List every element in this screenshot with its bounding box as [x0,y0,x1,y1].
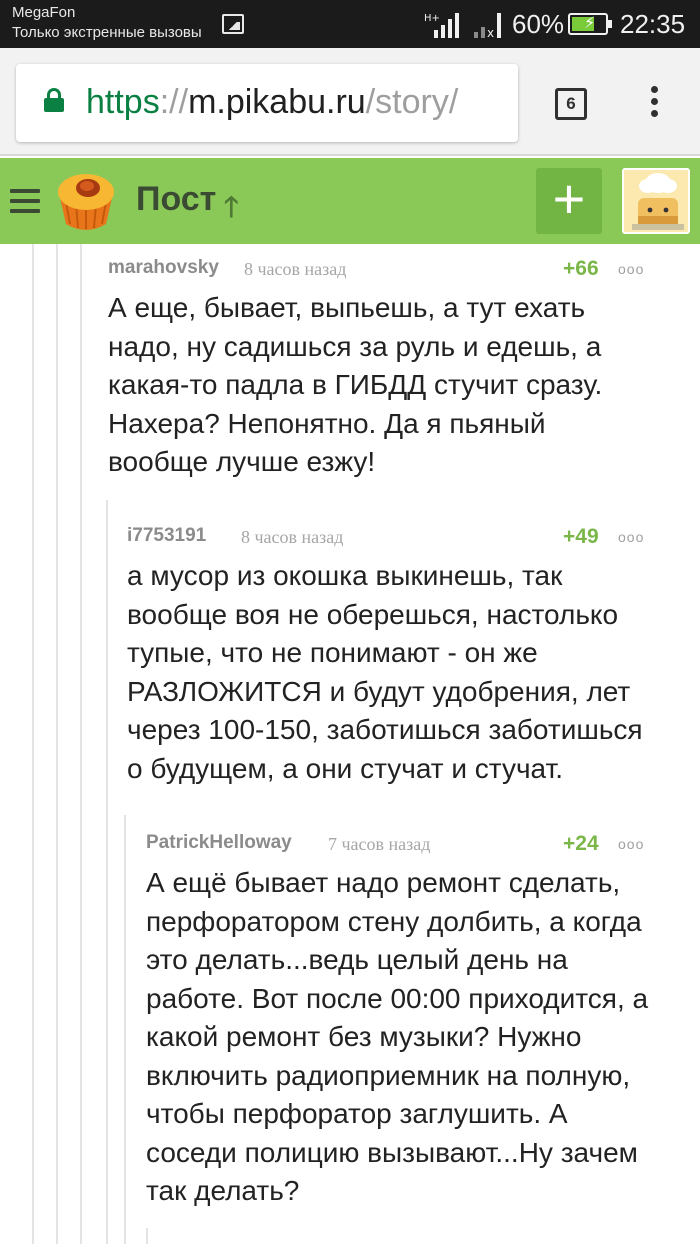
comment: marahovsky 8 часов назад +66 ooo А еще, … [108,257,668,482]
comment-time: 8 часов назад [244,259,347,279]
url-separator: :// [159,83,189,121]
hamburger-menu-icon[interactable] [10,189,40,213]
comment-time: 7 часов назад [328,834,431,854]
add-post-button[interactable]: + [536,168,602,234]
svg-text:x: x [487,26,494,38]
comment-rating: +49 [563,525,599,548]
browser-toolbar: https://m.pikabu.ru/story/ 6 [0,48,700,156]
carrier-name: MegaFon [12,4,76,21]
address-bar[interactable]: https://m.pikabu.ru/story/ [16,64,518,142]
comment-author[interactable]: PatrickHelloway [146,832,292,854]
comment-time: 8 часов назад [241,527,344,547]
comment-text: А ещё бывает надо ремонт сделать, перфор… [146,867,649,1206]
pikabu-logo[interactable] [54,168,118,234]
comment: i7753191 8 часов назад +49 ooo а мусор и… [127,525,672,788]
battery-icon: ⚡ [568,13,612,35]
comment-text: А еще, бывает, выпьешь, а тут ехать надо… [108,292,603,477]
svg-text:H+: H+ [424,13,440,24]
scroll-up-arrow-icon[interactable]: 🡑 [224,186,239,234]
thread-indent-line [80,244,82,1244]
thread-indent-line [146,1228,148,1244]
comment-rating: +24 [563,832,599,855]
signal-no-service-icon: x [474,13,501,38]
comment-author[interactable]: marahovsky [108,257,219,279]
signal-strength-icon: H+ [424,13,459,38]
status-bar: MegaFon Только экстренные вызовы H+ x 60… [0,0,700,48]
comment-menu-icon[interactable]: ooo [618,529,644,545]
browser-menu-icon[interactable] [644,86,664,122]
url-path: /story/ [365,83,459,121]
thread-indent-line [32,244,34,1244]
status-clock: 22:35 [620,9,686,39]
url-text[interactable]: https://m.pikabu.ru/story/ [86,82,458,122]
app-header: Пост 🡑 + [0,158,700,244]
image-notification-icon [222,14,244,34]
comment-menu-icon[interactable]: ooo [618,836,644,852]
comment-author[interactable]: i7753191 [127,525,206,547]
url-host: m.pikabu.ru [188,83,366,121]
battery-percent: 60% [512,9,565,39]
url-scheme: https [86,83,160,121]
page-title: Пост [136,180,217,218]
thread-indent-line [106,500,108,1244]
network-status: Только экстренные вызовы [12,24,202,41]
tab-switcher-button[interactable]: 6 [555,88,587,120]
user-avatar[interactable] [622,168,690,234]
thread-indent-line [124,815,126,1244]
cook-avatar-icon [624,170,688,232]
comment-menu-icon[interactable]: ooo [618,261,644,277]
comment-rating: +66 [563,257,599,280]
comment-text: а мусор из окошка выкинешь, так вообще в… [127,560,643,784]
thread-indent-line [56,244,58,1244]
lock-icon [44,88,66,112]
comment: PatrickHelloway 7 часов назад +24 ooo А … [146,832,676,1211]
